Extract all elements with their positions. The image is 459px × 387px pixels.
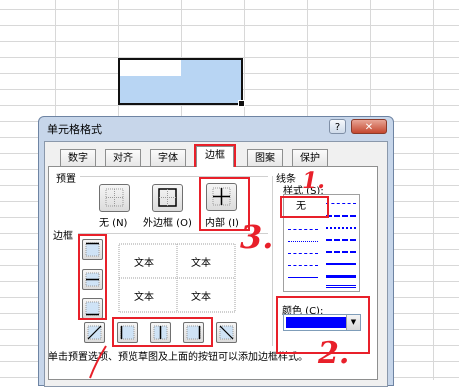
tab-pattern[interactable]: 图案: [247, 149, 283, 166]
annotation-box-line-style: [280, 196, 329, 218]
border-none-icon: [105, 188, 124, 207]
line-style-option[interactable]: [326, 215, 356, 217]
preview-cell-text: 文本: [191, 292, 211, 303]
preset-outline-button[interactable]: [152, 184, 183, 212]
line-style-option[interactable]: [288, 265, 318, 266]
tab-number[interactable]: 数字: [60, 149, 96, 166]
annotation-step-3: 3.: [240, 218, 274, 256]
preset-outline-label: 外边框 (O): [143, 218, 192, 229]
border-diagonal-down-icon: [219, 325, 234, 340]
preview-grid: [118, 243, 236, 313]
selected-cell-range[interactable]: [118, 58, 245, 107]
selected-cell: [120, 76, 181, 103]
line-style-option[interactable]: [326, 227, 356, 229]
line-style-option[interactable]: [326, 239, 356, 241]
border-label: 边框: [53, 231, 73, 242]
preview-cell-text: 文本: [134, 258, 154, 269]
dialog-title: 单元格格式: [47, 123, 102, 136]
border-outline-icon: [158, 188, 177, 207]
tab-protection[interactable]: 保护: [292, 149, 328, 166]
annotation-box-left-buttons: [78, 234, 107, 320]
fill-handle[interactable]: [238, 100, 245, 107]
preview-cell-text: 文本: [191, 258, 211, 269]
border-diagonal-up-button[interactable]: [84, 322, 105, 343]
annotation-step-2: 2.: [318, 336, 350, 371]
tab-border[interactable]: 边框: [196, 146, 234, 167]
line-style-option[interactable]: [288, 277, 318, 278]
line-style-option[interactable]: [326, 251, 356, 253]
annotation-box-bottom-buttons: [112, 317, 213, 347]
border-preview[interactable]: 文本 文本 文本 文本: [117, 242, 237, 314]
line-style-option[interactable]: [288, 229, 318, 230]
line-style-option[interactable]: [288, 241, 318, 242]
tab-font[interactable]: 字体: [150, 149, 186, 166]
line-style-option[interactable]: [288, 253, 318, 254]
dialog-titlebar: 单元格格式 ? ✕: [39, 117, 393, 137]
help-button[interactable]: ?: [329, 119, 346, 134]
close-button[interactable]: ✕: [351, 119, 387, 134]
line-style-option[interactable]: [326, 263, 356, 265]
preset-none-button[interactable]: [99, 184, 130, 212]
line-style-option[interactable]: [326, 285, 356, 288]
selected-cell: [181, 60, 241, 76]
tab-alignment[interactable]: 对齐: [105, 149, 141, 166]
border-diagonal-down-button[interactable]: [216, 322, 237, 343]
border-diagonal-up-icon: [87, 325, 102, 340]
annotation-arrow: [89, 345, 107, 379]
annotation-step-1: 1.: [302, 168, 325, 194]
line-style-option[interactable]: [326, 203, 356, 204]
preview-cell-text: 文本: [134, 292, 154, 303]
preset-none-label: 无 (N): [99, 218, 128, 229]
line-style-option[interactable]: [326, 275, 356, 278]
divider: [272, 176, 273, 346]
active-cell: [120, 60, 181, 76]
presets-label: 预置: [56, 174, 76, 185]
selected-cell: [181, 76, 241, 103]
